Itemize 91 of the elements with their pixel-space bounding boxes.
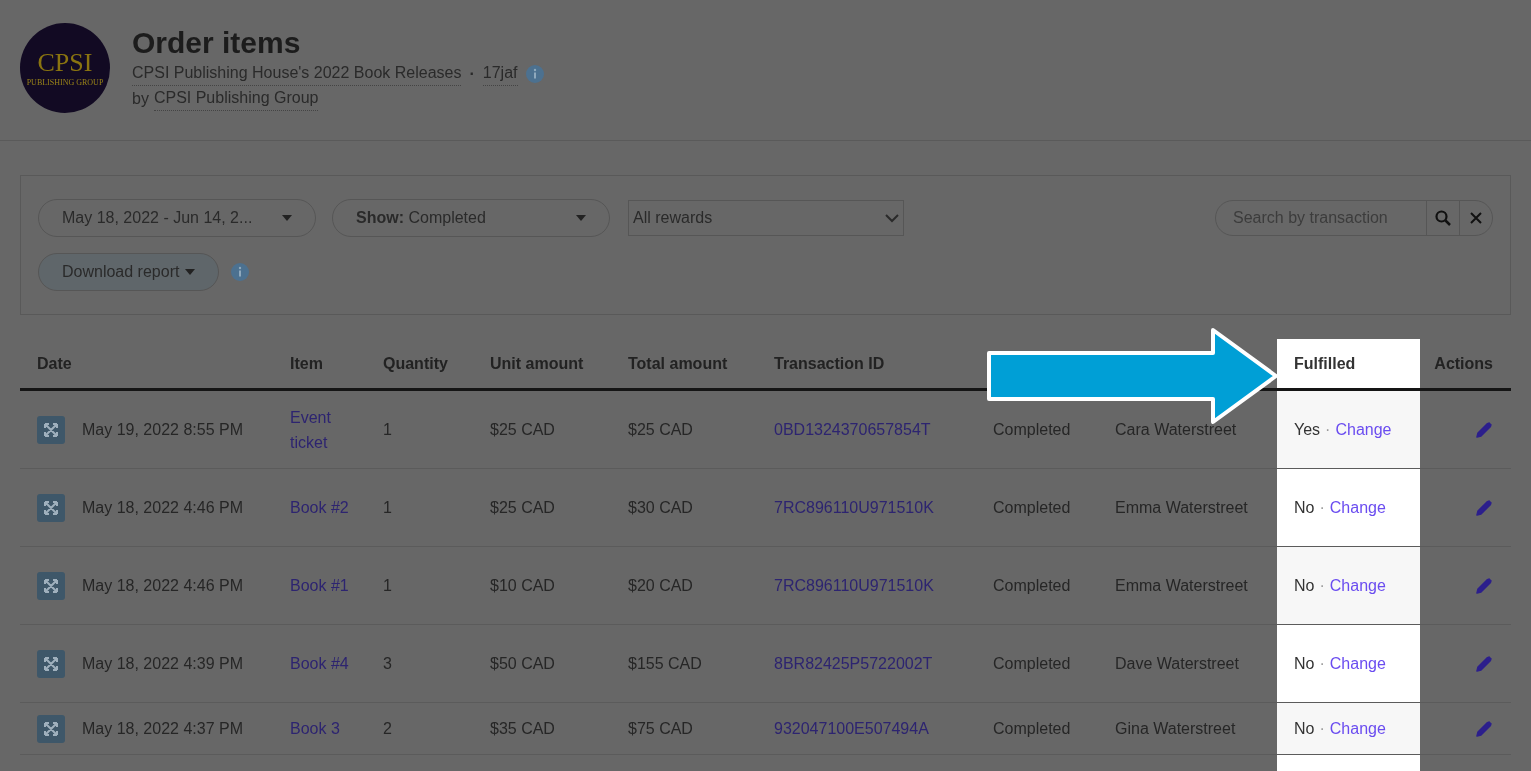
- transaction-link[interactable]: 8BR82425P5722002T: [774, 651, 933, 676]
- table-cell-text: 2: [383, 719, 392, 739]
- column-header: Item: [289, 353, 324, 374]
- change-link[interactable]: Change: [1329, 716, 1386, 741]
- pencil-icon[interactable]: [1475, 654, 1493, 673]
- table-cell-text: $155 CAD: [628, 654, 702, 674]
- table-cell-text: $25 CAD: [490, 498, 555, 518]
- search-icon: [1435, 210, 1451, 226]
- pencil-icon[interactable]: [1475, 420, 1493, 439]
- table-cell-text: May 19, 2022 8:55 PM: [82, 420, 243, 440]
- transaction-link[interactable]: 7RC896110U971510K: [774, 573, 934, 598]
- table-cell-text: 1: [383, 576, 392, 596]
- caret-icon: [185, 269, 196, 275]
- change-link[interactable]: Change: [1329, 651, 1386, 676]
- separator: ·: [1319, 653, 1325, 674]
- item-link[interactable]: Book 3: [290, 716, 340, 741]
- expand-icon[interactable]: [37, 649, 65, 678]
- table-cell-text: $30 CAD: [628, 498, 693, 518]
- table-cell-text: Dave Waterstreet: [1115, 654, 1239, 674]
- fulfilled-status: No: [1294, 497, 1315, 518]
- table-cell-text: May 18, 2022 4:39 PM: [82, 654, 243, 674]
- table-cell-text: Emma Waterstreet: [1115, 576, 1248, 596]
- download-report-button[interactable]: Download report: [38, 253, 220, 291]
- chevron-down-icon: [885, 213, 899, 223]
- info-icon[interactable]: [525, 64, 544, 83]
- info-icon[interactable]: [231, 263, 250, 281]
- caret-icon: [282, 215, 292, 221]
- table-cell-text: Completed: [993, 498, 1071, 518]
- table-cell-text: 3: [383, 654, 392, 674]
- table-cell-text: $25 CAD: [490, 420, 555, 440]
- column-header: Quantity: [382, 353, 449, 374]
- item-link[interactable]: Book #4: [290, 651, 349, 676]
- separator: ·: [1319, 718, 1325, 739]
- transaction-link[interactable]: 7RC896110U971510K: [774, 495, 934, 520]
- column-header: Unit amount: [489, 353, 585, 374]
- change-link[interactable]: Change: [1329, 573, 1386, 598]
- table-cell-text: Completed: [993, 576, 1071, 596]
- fulfilled-status: No: [1294, 653, 1315, 674]
- item-link[interactable]: Book #2: [290, 495, 349, 520]
- table-cell-text: May 18, 2022 4:46 PM: [82, 576, 243, 596]
- table-cell-text: May 18, 2022 4:46 PM: [82, 498, 243, 518]
- table-cell-text: Cara Waterstreet: [1115, 420, 1237, 440]
- expand-icon[interactable]: [37, 571, 65, 600]
- item-link[interactable]: Book #1: [290, 573, 349, 598]
- project-link[interactable]: CPSI Publishing House's 2022 Book Releases: [132, 61, 462, 86]
- table-cell-text: $75 CAD: [628, 719, 693, 739]
- table-cell-text: 1: [383, 420, 392, 440]
- fulfilled-status: Yes: [1294, 419, 1321, 440]
- expand-icon[interactable]: [37, 714, 65, 743]
- separator: ·: [469, 63, 475, 84]
- pencil-icon[interactable]: [1475, 498, 1493, 517]
- table-cell-text: 1: [383, 498, 392, 518]
- fulfilled-status: No: [1294, 575, 1315, 596]
- table-cell-text: Completed: [993, 654, 1071, 674]
- table-cell-text: Completed: [993, 719, 1071, 739]
- separator: ·: [1319, 497, 1325, 518]
- logo-text: CPSI: [37, 49, 93, 76]
- column-header: Actions: [1433, 353, 1494, 374]
- creator-link[interactable]: CPSI Publishing Group: [153, 86, 319, 111]
- pencil-icon[interactable]: [1475, 576, 1493, 595]
- byline-text: by: [132, 88, 149, 109]
- transaction-link[interactable]: 932047100E507494A: [774, 716, 929, 741]
- table-cell-text: $10 CAD: [490, 576, 555, 596]
- fulfilled-status: No: [1294, 718, 1315, 739]
- table-cell-text: May 18, 2022 4:37 PM: [82, 719, 243, 739]
- pencil-icon[interactable]: [1475, 719, 1493, 738]
- table-cell-text: $35 CAD: [490, 719, 555, 739]
- expand-icon[interactable]: [37, 493, 65, 522]
- change-link[interactable]: Change: [1329, 495, 1386, 520]
- rewards-select[interactable]: All rewards: [628, 200, 904, 236]
- transaction-link[interactable]: 0BD1324370657854T: [774, 417, 931, 442]
- table-cell-text: $20 CAD: [628, 576, 693, 596]
- close-icon: [1470, 212, 1482, 224]
- item-link[interactable]: Event ticket: [290, 404, 358, 455]
- change-link[interactable]: Change: [1335, 417, 1392, 442]
- table-cell-text: $50 CAD: [490, 654, 555, 674]
- table-cell-text: $25 CAD: [628, 420, 693, 440]
- caret-icon: [576, 215, 586, 221]
- expand-icon[interactable]: [37, 415, 65, 444]
- page-title: Order items: [132, 25, 302, 61]
- table-cell-text: Completed: [993, 420, 1071, 440]
- column-header: Transaction ID: [773, 353, 886, 374]
- project-code[interactable]: 17jaf: [482, 61, 518, 86]
- column-header: Date: [36, 353, 73, 374]
- table-cell-text: Gina Waterstreet: [1115, 719, 1236, 739]
- table-cell-text: Emma Waterstreet: [1115, 498, 1248, 518]
- separator: ·: [1325, 419, 1331, 440]
- separator: ·: [1319, 575, 1325, 596]
- logo-tagline: PUBLISHING GROUP: [26, 78, 104, 87]
- column-header: Total amount: [627, 353, 729, 374]
- column-header: Fulfilled: [1277, 339, 1420, 388]
